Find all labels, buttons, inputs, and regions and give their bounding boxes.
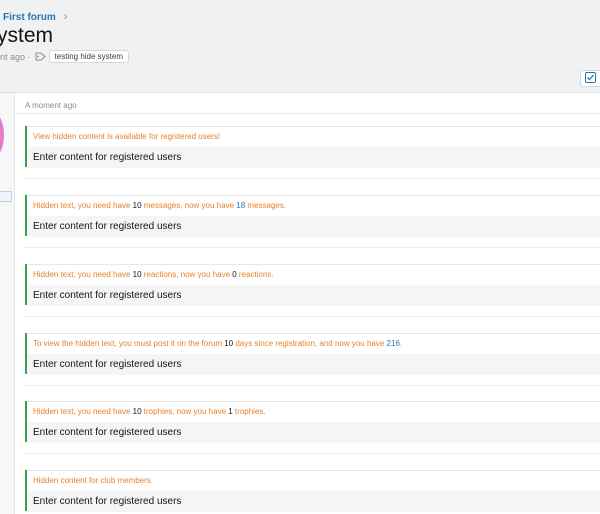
hide-block-text: messages, now you have [141, 201, 237, 210]
hide-block-text: Hidden content for club members. [33, 476, 154, 485]
page-title: ystem [0, 24, 54, 47]
hide-block: Hidden text, you need have 10 messages, … [25, 195, 600, 237]
hide-block-text: messages. [245, 201, 287, 210]
hide-block-content: Enter content for registered users [27, 147, 600, 168]
hide-block-title: Hidden text, you need have 10 messages, … [27, 195, 600, 216]
checkbox-icon [585, 71, 596, 86]
hide-block-text: trophies, now you have [141, 407, 229, 416]
hide-block: View hidden content is available for reg… [25, 126, 600, 168]
post-date[interactable]: A moment ago [25, 101, 77, 110]
hide-block-text: Hidden text, you need have [33, 270, 133, 279]
hide-block: To view the hidden text, you must post i… [25, 333, 600, 375]
block-separator [25, 178, 600, 179]
hide-block-text: View hidden content is available for reg… [33, 132, 221, 141]
hide-block: Hidden text, you need have 10 reactions,… [25, 264, 600, 306]
chevron-right-icon: › [63, 11, 68, 23]
block-separator [25, 316, 600, 317]
tag-testing-hide-system[interactable]: testing hide system [48, 50, 130, 63]
hide-block-text: Hidden text, you need have [33, 407, 133, 416]
hide-block-text: days since registration, and now you hav… [233, 339, 387, 348]
block-separator [25, 385, 600, 386]
breadcrumb: First forum › [3, 11, 67, 23]
hide-block-content: Enter content for registered users [27, 422, 600, 443]
hide-block-title: Hidden text, you need have 10 reactions,… [27, 264, 600, 285]
hide-block-text: Hidden text, you need have [33, 201, 133, 210]
block-separator [25, 247, 600, 248]
hide-block-content: Enter content for registered users [27, 354, 600, 375]
hide-block-content: Enter content for registered users [27, 491, 600, 512]
hide-block-title: Hidden text, you need have 10 trophies, … [27, 401, 600, 422]
thread-header: First forum › ystem nt ago · testing hid… [0, 0, 600, 93]
block-separator [25, 453, 600, 454]
hide-block-title: To view the hidden text, you must post i… [27, 333, 600, 354]
hide-block-value: 216 [386, 339, 400, 348]
hide-block: Hidden content for club members. Enter co… [25, 470, 600, 512]
thread-meta: nt ago · testing hide system [0, 50, 130, 63]
hide-block-text: trophies. [232, 407, 266, 416]
hide-block-text: reactions, now you have [141, 270, 233, 279]
hide-block-value: 10 [224, 339, 234, 348]
multi-select-button[interactable] [580, 70, 600, 87]
breadcrumb-link-first-forum[interactable]: First forum [3, 12, 56, 23]
user-badge [0, 191, 12, 202]
hide-block-value: 10 [132, 270, 142, 279]
hide-block-content: Enter content for registered users [27, 216, 600, 237]
hide-block-value: 10 [132, 407, 142, 416]
post-divider [14, 113, 600, 114]
hide-block-text: . [399, 339, 403, 348]
hide-block-title: Hidden content for club members. [27, 470, 600, 491]
thread-start-time[interactable]: nt ago · [0, 52, 31, 62]
hide-block-value: 10 [132, 201, 142, 210]
hide-block-value: 18 [236, 201, 246, 210]
hide-block: Hidden text, you need have 10 trophies, … [25, 401, 600, 443]
post-user-cell [0, 93, 15, 514]
hide-block-content: Enter content for registered users [27, 285, 600, 306]
hide-block-text: To view the hidden text, you must post i… [33, 339, 225, 348]
hide-block-text: reactions. [236, 270, 274, 279]
hide-block-title: View hidden content is available for reg… [27, 126, 600, 147]
tag-icon [35, 52, 46, 61]
